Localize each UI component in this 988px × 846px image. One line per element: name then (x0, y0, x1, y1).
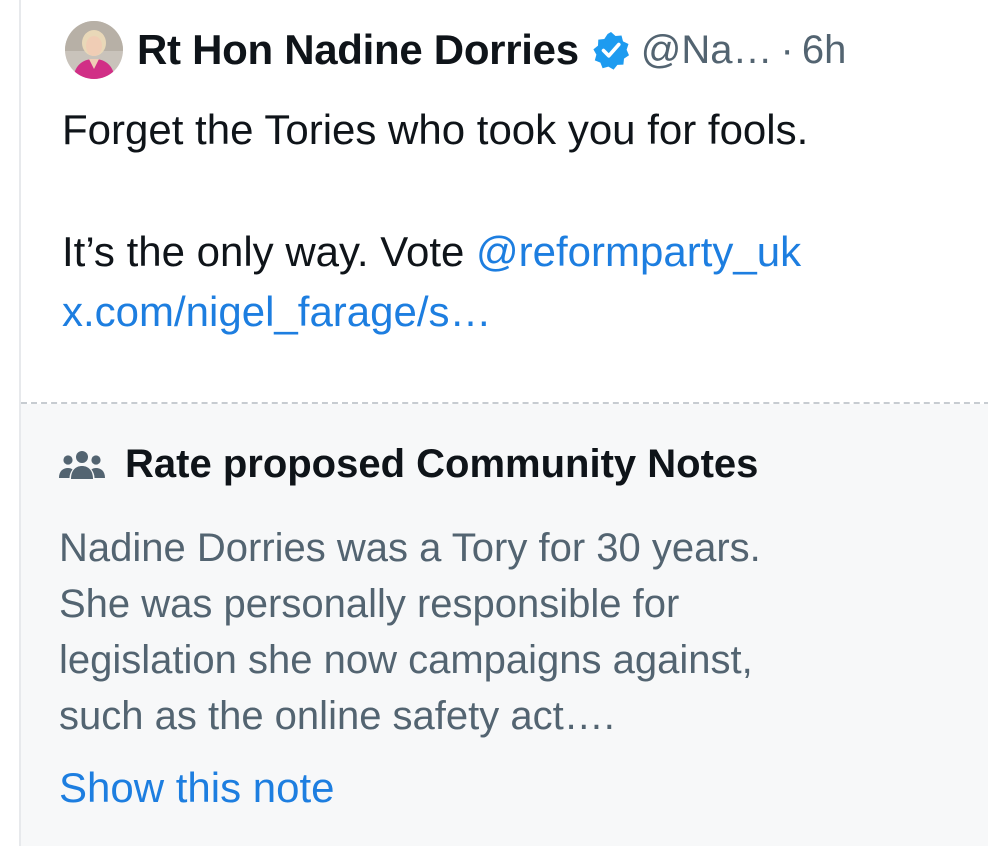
note-body-line: Nadine Dorries was a Tory for 30 years. (59, 526, 761, 570)
people-icon (59, 450, 105, 479)
verified-badge-icon (593, 32, 629, 70)
tweet-header: Rt Hon Nadine Dorries @Na… · 6h (65, 20, 846, 80)
handle[interactable]: @Na… (641, 28, 773, 73)
note-header: Rate proposed Community Notes (59, 442, 758, 487)
separator-dot: · (780, 27, 794, 72)
note-body-line: legislation she now campaigns against, (59, 638, 753, 682)
note-body-line: such as the online safety act…. (59, 694, 615, 738)
note-body: Nadine Dorries was a Tory for 30 years. … (59, 520, 959, 744)
note-title: Rate proposed Community Notes (125, 442, 759, 486)
mention-link[interactable]: @reformparty_uk (476, 228, 801, 275)
tweet-text-prefix: It’s the only way. Vote (62, 228, 477, 275)
community-note[interactable]: Rate proposed Community Notes Nadine Dor… (21, 404, 988, 846)
timestamp[interactable]: 6h (802, 28, 847, 73)
avatar[interactable] (65, 21, 123, 79)
show-note-link[interactable]: Show this note (59, 764, 335, 812)
tweet-text: Forget the Tories who took you for fools… (62, 100, 962, 342)
tweet-text-line: Forget the Tories who took you for fools… (62, 106, 809, 153)
display-name[interactable]: Rt Hon Nadine Dorries (137, 26, 579, 74)
note-body-line: She was personally responsible for (59, 582, 680, 626)
tweet-card: Rt Hon Nadine Dorries @Na… · 6h Forget t… (19, 0, 988, 846)
tweet-text-spacer (62, 160, 962, 222)
url-link[interactable]: x.com/nigel_farage/s… (62, 288, 492, 335)
tweet[interactable]: Rt Hon Nadine Dorries @Na… · 6h Forget t… (21, 0, 988, 402)
tweet-text-line: x.com/nigel_farage/s… (62, 282, 962, 342)
tweet-text-line: It’s the only way. Vote @reformparty_uk (62, 222, 962, 282)
